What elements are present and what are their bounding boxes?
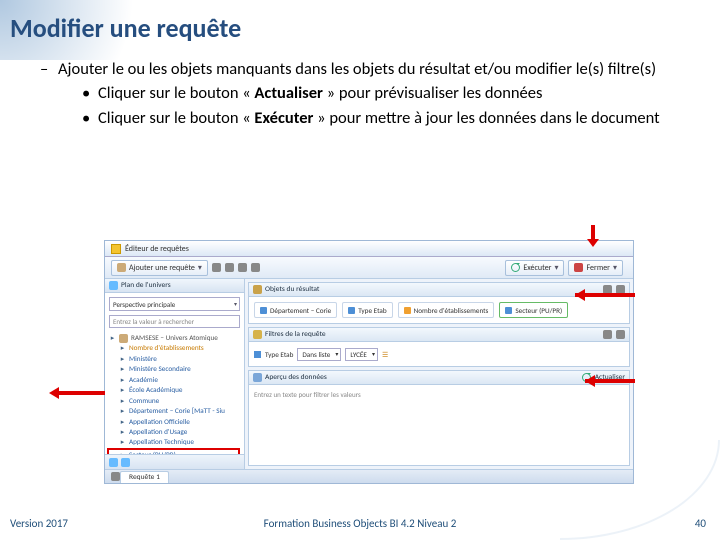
tab-icon (121, 458, 130, 467)
universe-panel-header: Plan de l'univers (105, 279, 244, 293)
universe-tree[interactable]: ▸RAMSESE – Univers Atomique ▸Nombre d'ét… (105, 331, 244, 454)
arrow-to-tree (49, 389, 105, 397)
window-titlebar: Éditeur de requêtes (105, 241, 633, 257)
window-title: Éditeur de requêtes (125, 244, 189, 254)
dash-text: Ajouter le ou les objets manquants dans … (58, 59, 656, 79)
chip-dim[interactable]: Type Etab (342, 302, 392, 318)
measure-icon (404, 307, 411, 314)
toolbar-icon[interactable] (251, 263, 260, 272)
preview-icon (253, 373, 262, 382)
panel-icon (253, 285, 262, 294)
main-area: Plan de l'univers Perspective principale… (105, 279, 633, 469)
slide-body: Ajouter le ou les objets manquants dans … (40, 58, 700, 133)
value-select[interactable]: LYCÉE (345, 348, 378, 361)
run-icon (511, 263, 520, 272)
universe-panel: Plan de l'univers Perspective principale… (105, 279, 245, 469)
prompt-icon[interactable]: ☰ (382, 350, 388, 359)
run-button[interactable]: Exécuter▾ (505, 260, 564, 276)
toolbar-icon[interactable] (212, 263, 221, 272)
query-tabs: Requête 1 (105, 469, 633, 483)
toolbar-icon[interactable] (238, 263, 247, 272)
query-editor-screenshot: Éditeur de requêtes Ajouter une requête▾… (104, 240, 634, 484)
arrow-to-chip (575, 291, 645, 299)
perspective-combo[interactable]: Perspective principale (109, 297, 240, 311)
add-query-button[interactable]: Ajouter une requête▾ (111, 260, 208, 276)
dimension-icon (254, 351, 261, 358)
bullet-dash: Ajouter le ou les objets manquants dans … (40, 58, 700, 129)
close-icon[interactable] (616, 330, 625, 339)
arrow-execute-top (589, 225, 597, 247)
chip-dim[interactable]: Département – Corie (254, 302, 337, 318)
close-button[interactable]: Fermer▾ (568, 260, 623, 276)
tab-icon (109, 458, 118, 467)
query-tab[interactable]: Requête 1 (120, 471, 169, 483)
bullet-1: Cliquer sur le bouton « Actualiser » pou… (68, 82, 700, 104)
slide-title: Modifier une requête (10, 12, 241, 44)
filter-row[interactable]: Type Etab Dans liste LYCÉE ☰ (249, 342, 629, 366)
dimension-icon (260, 307, 267, 314)
panel-icon (109, 281, 118, 290)
toolbar-icon[interactable] (225, 263, 234, 272)
result-chips[interactable]: Département – Corie Type Etab Nombre d'é… (249, 297, 629, 323)
cube-icon (119, 334, 128, 343)
universe-search[interactable]: Entrez la valeur à rechercher (109, 315, 240, 328)
expand-icon[interactable] (603, 330, 612, 339)
chip-dim-new[interactable]: Secteur (PU/PR) (499, 302, 568, 318)
bullet-2: Cliquer sur le bouton « Exécuter » pour … (68, 107, 700, 129)
footer-page: 40 (695, 517, 706, 530)
left-bottom-tabs[interactable] (105, 454, 244, 469)
toolbar: Ajouter une requête▾ Exécuter▾ Fermer▾ (105, 257, 633, 279)
filters-panel: Filtres de la requête Type Etab Dans lis… (248, 327, 630, 367)
filter-icon (253, 330, 262, 339)
tab-nav-icon[interactable] (111, 472, 120, 481)
app-icon (111, 244, 121, 254)
dimension-icon (505, 307, 512, 314)
dimension-icon (348, 307, 355, 314)
operator-select[interactable]: Dans liste (297, 348, 341, 361)
chip-measure[interactable]: Nombre d'établissements (398, 302, 495, 318)
close-icon (574, 263, 583, 272)
arrow-to-refresh (585, 377, 645, 385)
cube-icon (117, 263, 126, 272)
result-objects-panel: Objets du résultat Département – Corie T… (248, 282, 630, 324)
